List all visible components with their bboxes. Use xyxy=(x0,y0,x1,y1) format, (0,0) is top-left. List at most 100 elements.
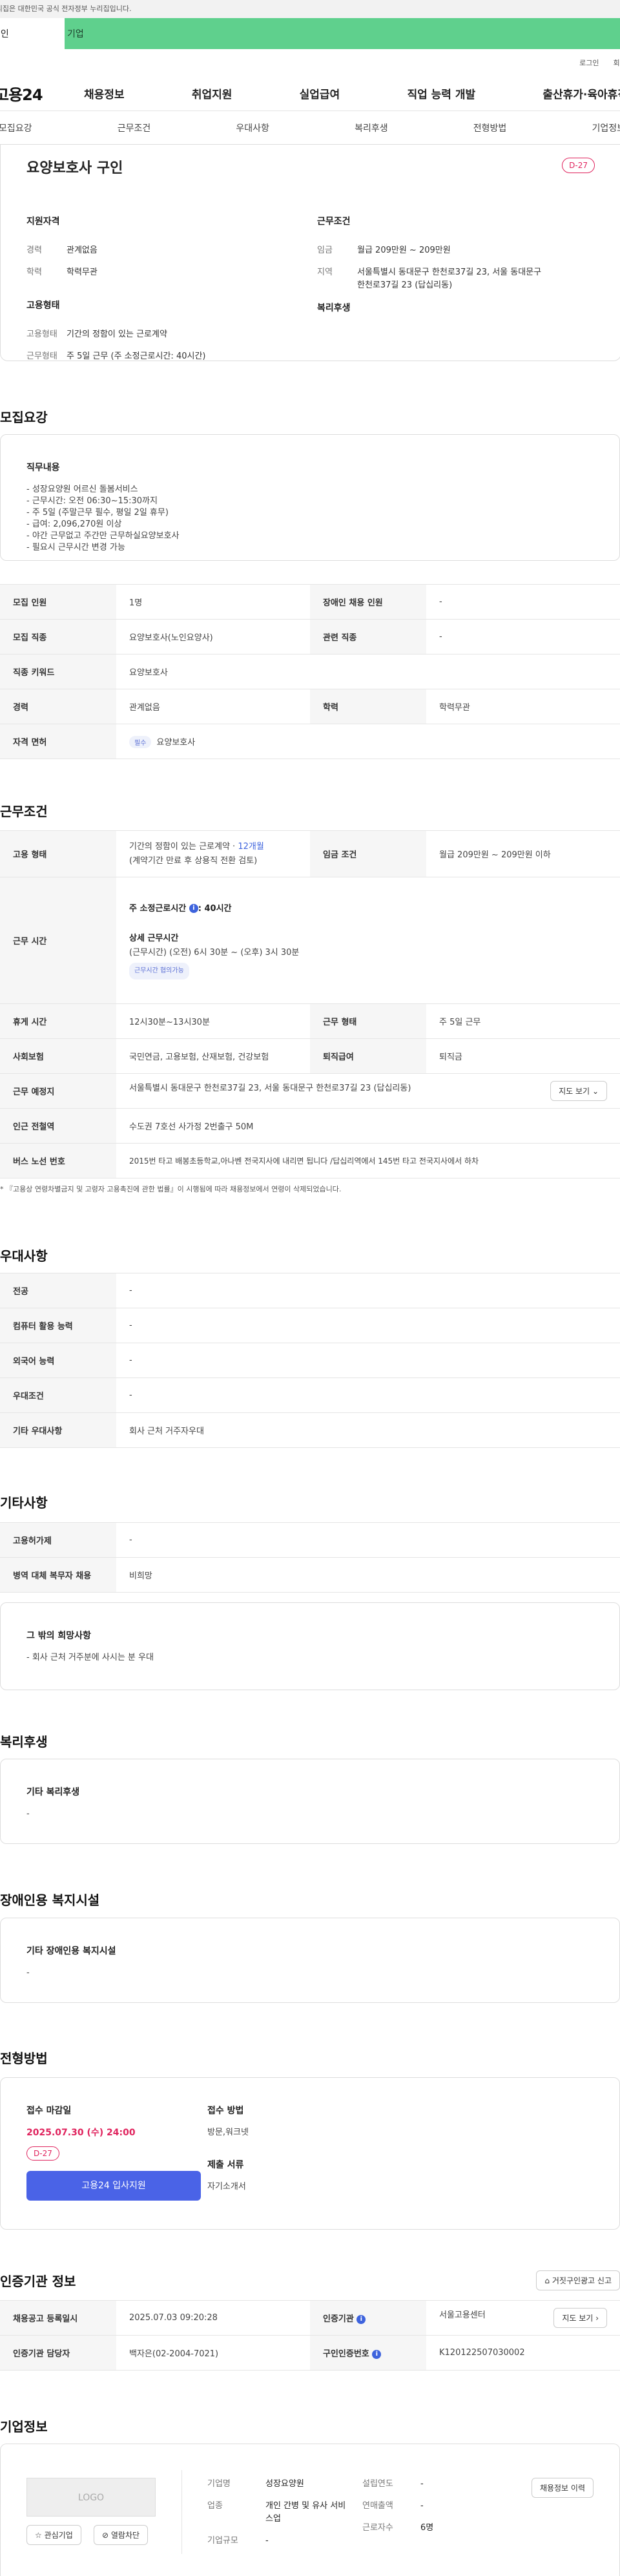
bus-label: 버스 노선 번호 xyxy=(0,1143,116,1178)
signup-link[interactable]: 회원가입 xyxy=(614,58,620,68)
job-title: 요양보호사 구인 xyxy=(26,160,123,176)
duty-line: - 근무시간: 오전 06:30~15:30까지 xyxy=(26,496,158,506)
login-link[interactable]: 로그인 xyxy=(579,58,599,68)
license-label: 자격 면허 xyxy=(0,724,116,759)
apply-button[interactable]: 고용24 입사지원 xyxy=(26,2171,201,2201)
pref-etc-label: 기타 우대사항 xyxy=(0,1412,116,1448)
hiring-history-button[interactable]: 채용정보 이력 xyxy=(531,2478,594,2498)
anchor-tab-welfare[interactable]: 복리후생 xyxy=(355,121,388,134)
welfare-box-title: 기타 복리후생 xyxy=(26,1787,80,1797)
company-name-value: 성장요양원 xyxy=(265,2479,304,2489)
method-title: 접수 방법 xyxy=(207,2106,244,2116)
global-nav: 고용24 채용정보 취업지원 실업급여 직업 능력 개발 출산휴가·육아휴직 xyxy=(0,76,620,111)
qual-row: 경력 관계없음 xyxy=(26,244,304,257)
employees-value: 6명 xyxy=(420,2523,434,2533)
table-row: 휴게 시간 12시30분~13시30분 근무 형태 주 5일 근무 xyxy=(0,1003,620,1039)
gnb-item-skills[interactable]: 직업 능력 개발 xyxy=(402,85,480,101)
manager-label: 인증기관 담당자 xyxy=(0,2335,116,2371)
wage-condition-label: 임금 조건 xyxy=(310,830,426,877)
region-value: 서울특별시 동대문구 한천로37길 23, 서울 동대문구 한천로37길 23 … xyxy=(357,267,542,290)
block-view-label: 열람차단 xyxy=(110,2531,140,2540)
required-tag: 필수 xyxy=(129,735,152,748)
qualification-heading: 지원자격 xyxy=(26,216,60,227)
table-row: 컴퓨터 활용 능력 - xyxy=(0,1308,620,1343)
pref-heading: 우대사항 xyxy=(0,1248,48,1264)
gov-banner-text: 이 누리집은 대한민국 공식 전자정부 누리집입니다. xyxy=(0,5,132,13)
site-logo[interactable]: 고용24 xyxy=(0,82,66,105)
manager-value: 백자은(02-2004-7021) xyxy=(116,2335,310,2371)
emp-type-label: 고용 형태 xyxy=(0,830,116,877)
info-icon[interactable]: i xyxy=(356,2314,366,2324)
table-row: 인증기관 담당자 백자은(02-2004-7021) 구인인증번호 i K120… xyxy=(0,2335,620,2371)
summary-grid: 지원자격 경력 관계없음 학력 학력무관 고용형태 고용형태 기간의 정함이 있는 근… xyxy=(26,215,595,372)
anchor-tab-company[interactable]: 기업정보 xyxy=(592,121,620,134)
cert-heading: 인증기관 정보 xyxy=(0,2274,76,2289)
disability-box-title: 기타 장애인용 복지시설 xyxy=(26,1946,116,1956)
company-info-right: 설립연도 - 연매출액 - 근로자수 6명 xyxy=(362,2478,433,2535)
job-keyword-value: 요양보호사 xyxy=(116,654,620,689)
job-category-label: 모집 직종 xyxy=(0,619,116,654)
gnb-menu: 채용정보 취업지원 실업급여 직업 능력 개발 출산휴가·육아휴직 xyxy=(66,85,620,101)
tab-personal[interactable]: 개인 xyxy=(0,18,65,49)
map-button[interactable]: 지도 보기 ⌄ xyxy=(550,1081,607,1101)
anchor-tab-recruit[interactable]: 모집요강 xyxy=(0,121,32,134)
selection-heading: 전형방법 xyxy=(0,2051,48,2066)
agency-cell: 서울고용센터 지도 보기 › xyxy=(426,2300,620,2336)
work-form-value: 주 5일 근무 xyxy=(426,1003,620,1039)
anchor-tabs: 모집요강 근무조건 우대사항 복리후생 전형방법 기업정보 xyxy=(0,111,620,145)
work-type-label: 근무형태 xyxy=(26,351,57,361)
star-icon: ☆ xyxy=(35,2531,42,2540)
gnb-item-parental-leave[interactable]: 출산휴가·육아휴직 xyxy=(537,85,620,101)
pref-etc-value: 회사 근처 거주자우대 xyxy=(116,1412,620,1448)
info-icon[interactable]: i xyxy=(189,904,198,913)
company-box: LOGO ☆ 관심기업 ⊘ 열람차단 기업명 성장요양원 업종 개인 간병 및 유사… xyxy=(0,2444,620,2576)
table-row: 버스 노선 번호 2015번 타고 배봉초등학교,아나벤 전국지사에 내리면 됩… xyxy=(0,1143,620,1178)
table-row: 병역 대체 복무자 채용 비희망 xyxy=(0,1557,620,1593)
gnb-item-employment-support[interactable]: 취업지원 xyxy=(187,85,238,101)
pref-table: 전공 - 컴퓨터 활용 능력 - 외국어 능력 - 우대조건 - 기타 우대사항 회사 근… xyxy=(0,1273,620,1448)
deadline-value: 2025.07.30 (수) 24:00 xyxy=(26,2128,136,2138)
qual-row: 학력 학력무관 xyxy=(26,266,304,279)
anchor-tab-selection[interactable]: 전형방법 xyxy=(473,121,507,134)
pref-language-label: 외국어 능력 xyxy=(0,1343,116,1378)
info-icon[interactable]: i xyxy=(372,2349,382,2359)
favorite-company-button[interactable]: ☆ 관심기업 xyxy=(26,2525,81,2545)
wage-condition-value: 월급 209만원 ~ 209만원 이하 xyxy=(426,830,620,877)
user-type-tabs: 개인 기업 xyxy=(0,18,620,49)
severance-label: 퇴직급여 xyxy=(310,1038,426,1074)
disability-box-text: - xyxy=(26,1968,30,1978)
weekly-hours-label: 주 소정근로시간 xyxy=(129,903,187,914)
selection-box: 접수 마감일 2025.07.30 (수) 24:00 D-27 고용24 입사… xyxy=(0,2077,620,2230)
disability-heading: 장애인용 복지시설 xyxy=(0,1892,100,1908)
anchor-tab-pref[interactable]: 우대사항 xyxy=(236,121,269,134)
summary-card: 요양보호사 구인 D-27 지원자격 경력 관계없음 학력 학력무관 고용형태 고용… xyxy=(0,145,620,361)
company-heading: 기업정보 xyxy=(0,2419,48,2435)
etc-heading: 기타사항 xyxy=(0,1495,48,1511)
pref-major-value: - xyxy=(116,1273,620,1308)
duty-line: - 야간 근무없고 주간만 근무하실요양보호사 xyxy=(26,531,180,541)
pref-computer-label: 컴퓨터 활용 능력 xyxy=(0,1308,116,1343)
block-view-button[interactable]: ⊘ 열람차단 xyxy=(94,2525,149,2545)
gnb-item-jobs[interactable]: 채용정보 xyxy=(79,85,130,101)
work-form-label: 근무 형태 xyxy=(310,1003,426,1039)
reg-date-value: 2025.07.03 09:20:28 xyxy=(116,2300,310,2336)
table-row: 고용 형태 기간의 정함이 있는 근로계약 · 12개월 (계약기간 만료 후 … xyxy=(0,830,620,877)
pref-language-value: - xyxy=(116,1343,620,1378)
report-false-ad-button[interactable]: ⌂ 거짓구인광고 신고 xyxy=(536,2270,620,2290)
revenue-label: 연매출액 xyxy=(362,2501,393,2511)
weekly-hours: 주 소정근로시간 i: 40시간 xyxy=(129,902,607,916)
related-job-label: 관련 직종 xyxy=(310,619,426,654)
tab-company[interactable]: 기업 xyxy=(65,18,620,49)
wage-label: 임금 xyxy=(317,246,333,255)
emp-type-label: 고용형태 xyxy=(26,330,57,339)
table-row: 근무 예정지 서울특별시 동대문구 한천로37길 23, 서울 동대문구 한천로… xyxy=(0,1073,620,1109)
gnb-item-unemployment-benefit[interactable]: 실업급여 xyxy=(294,85,346,101)
table-row: 경력 관계없음 학력 학력무관 xyxy=(0,689,620,724)
table-row: 우대조건 - xyxy=(0,1377,620,1413)
education-label: 학력 xyxy=(310,689,426,724)
table-row: 전공 - xyxy=(0,1273,620,1308)
agency-map-button[interactable]: 지도 보기 › xyxy=(553,2308,607,2328)
anchor-tab-work[interactable]: 근무조건 xyxy=(118,121,151,134)
agency-map-label: 지도 보기 xyxy=(562,2314,594,2323)
welfare-heading: 복리후생 xyxy=(0,1734,48,1750)
